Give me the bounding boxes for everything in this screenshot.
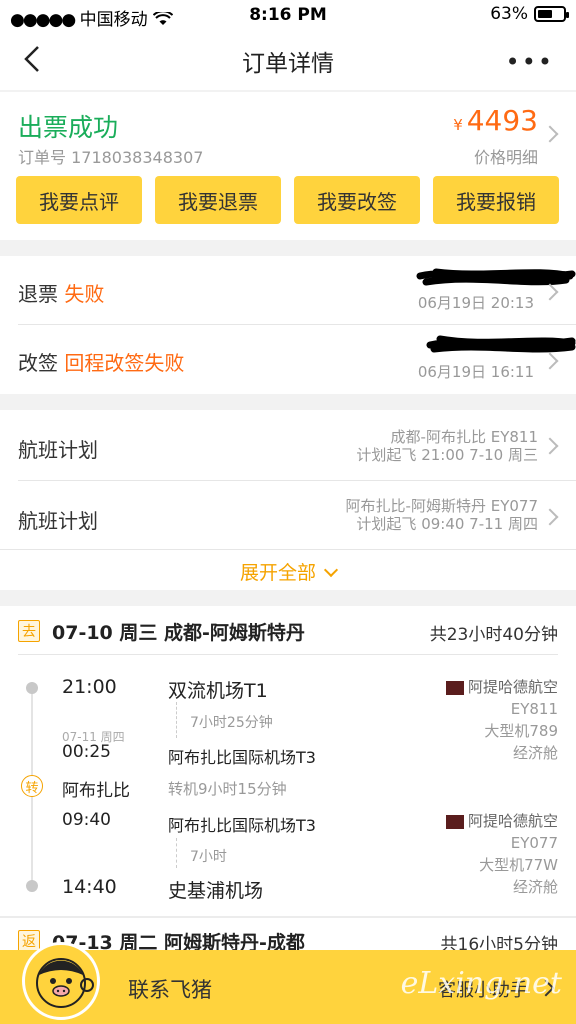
flight-number: EY811 xyxy=(510,700,558,718)
change-record-row[interactable]: 改签 回程改签失败 06月19日 16:11 xyxy=(0,325,576,394)
records-card: 退票 失败 06月19日 20:13 改签 回程改签失败 06月19日 16:1… xyxy=(0,256,576,394)
flight-plan-label: 航班计划 xyxy=(18,438,98,462)
refund-button[interactable]: 我要退票 xyxy=(155,176,281,224)
nav-bar: 订单详情 ••• xyxy=(0,30,576,90)
divider xyxy=(0,916,576,918)
flight-plan-row[interactable]: 航班计划 阿布扎比-阿姆斯特丹 EY077 计划起飞 09:40 7-11 周四 xyxy=(0,481,576,549)
ticket-status: 出票成功 xyxy=(18,113,119,142)
mascot-avatar xyxy=(22,942,100,1020)
change-label: 改签 xyxy=(18,351,58,375)
leg2-dep-airport: 阿布扎比国际机场T3 xyxy=(168,816,316,835)
chevron-down-icon xyxy=(323,562,339,578)
redaction-scribble xyxy=(426,335,576,353)
leg1-arr-time: 00:25 xyxy=(62,742,111,762)
pig-mascot-icon xyxy=(36,958,94,1008)
leg1-dep-airport: 双流机场T1 xyxy=(168,680,268,702)
cabin-class: 经济舱 xyxy=(512,878,558,896)
flight-route: 阿布扎比-阿姆斯特丹 EY077 xyxy=(345,497,538,515)
flight-plan-info: 成都-阿布扎比 EY811 计划起飞 21:00 7-10 周三 xyxy=(356,428,538,464)
refund-label: 退票 xyxy=(18,282,58,306)
expand-all-button[interactable]: 展开全部 xyxy=(0,550,576,590)
aircraft-type: 大型机789 xyxy=(484,722,558,740)
departure-dot xyxy=(26,682,38,694)
change-button[interactable]: 我要改签 xyxy=(294,176,420,224)
itinerary-card: 去 07-10 周三 成都-阿姆斯特丹 共23小时40分钟 转 21:00 双流… xyxy=(0,606,576,955)
leg2-arr-time: 14:40 xyxy=(62,876,117,898)
leg-dash xyxy=(176,838,177,868)
transfer-tag: 转 xyxy=(21,775,43,797)
cabin-class: 经济舱 xyxy=(512,744,558,762)
return-tag: 返 xyxy=(18,930,40,952)
arrival-dot xyxy=(26,880,38,892)
order-summary-card: 出票成功 订单号 1718038348307 ¥4493 价格明细 我要点评 我… xyxy=(0,92,576,240)
price-detail-link[interactable]: 价格明细 xyxy=(474,144,538,168)
airline-logo xyxy=(445,680,464,695)
leg2-airline-info: 阿提哈德航空 EY077 大型机77W 经济舱 xyxy=(445,810,558,898)
change-time: 06月19日 16:11 xyxy=(417,363,534,381)
airline-logo xyxy=(445,814,464,829)
outbound-tag: 去 xyxy=(18,620,40,642)
battery-group: 63% xyxy=(490,4,569,24)
flight-plan-row[interactable]: 航班计划 成都-阿布扎比 EY811 计划起飞 21:00 7-10 周三 xyxy=(0,410,576,480)
leg1-dep-time: 21:00 xyxy=(62,676,117,698)
flight-route: 成都-阿布扎比 EY811 xyxy=(390,428,538,446)
bottom-bar: 联系飞猪 客服小助手 eLxing.net xyxy=(0,942,576,1024)
battery-percent: 63% xyxy=(490,4,528,24)
battery-icon xyxy=(534,6,569,22)
page-title: 订单详情 xyxy=(242,51,334,77)
leg2-dep-time: 09:40 xyxy=(62,810,111,830)
flight-number: EY077 xyxy=(510,834,558,852)
price-value: 4493 xyxy=(466,104,538,137)
leg1-airline-info: 阿提哈德航空 EY811 大型机789 经济舱 xyxy=(445,676,558,764)
refund-time: 06月19日 20:13 xyxy=(417,294,534,312)
chevron-right-icon xyxy=(541,125,559,143)
expand-all-label: 展开全部 xyxy=(239,562,316,584)
change-record-label: 改签 回程改签失败 xyxy=(18,347,184,376)
review-button[interactable]: 我要点评 xyxy=(16,176,142,224)
leg1-duration: 7小时25分钟 xyxy=(190,715,273,731)
transfer-city: 阿布扎比 xyxy=(62,781,130,801)
expand-all: 展开全部 xyxy=(0,558,576,585)
outbound-title: 07-10 周三 成都-阿姆斯特丹 xyxy=(52,622,305,644)
refund-record-label: 退票 失败 xyxy=(18,278,104,307)
flight-departure: 计划起飞 21:00 7-10 周三 xyxy=(356,446,538,464)
aircraft-type: 大型机77W xyxy=(479,856,558,874)
total-price[interactable]: ¥4493 xyxy=(453,104,538,137)
leg1-arr-airport: 阿布扎比国际机场T3 xyxy=(168,748,316,767)
chevron-right-icon xyxy=(541,508,559,526)
flight-departure: 计划起飞 09:40 7-11 周四 xyxy=(356,515,538,533)
leg2-arr-airport: 史基浦机场 xyxy=(168,880,264,902)
contact-feizhu-button[interactable]: 联系飞猪 xyxy=(128,974,212,1004)
airline-name: 阿提哈德航空 xyxy=(467,812,558,830)
currency-symbol: ¥ xyxy=(453,116,463,134)
flight-plans-card: 航班计划 成都-阿布扎比 EY811 计划起飞 21:00 7-10 周三 航班… xyxy=(0,410,576,590)
flight-plan-info: 阿布扎比-阿姆斯特丹 EY077 计划起飞 09:40 7-11 周四 xyxy=(346,497,538,533)
leg-dash xyxy=(176,702,177,738)
reimburse-button[interactable]: 我要报销 xyxy=(433,176,559,224)
refund-record-row[interactable]: 退票 失败 06月19日 20:13 xyxy=(0,256,576,324)
refund-status: 失败 xyxy=(64,282,105,306)
order-number: 订单号 1718038348307 xyxy=(18,148,204,167)
status-bar: ●●●●● 中国移动 8:16 PM 63% xyxy=(0,0,576,30)
airline-name: 阿提哈德航空 xyxy=(467,678,558,696)
divider xyxy=(18,654,558,655)
change-status: 回程改签失败 xyxy=(64,351,185,375)
chevron-right-icon xyxy=(541,437,559,455)
transfer-info: 转机9小时15分钟 xyxy=(168,780,287,798)
outbound-total-duration: 共23小时40分钟 xyxy=(429,625,558,645)
flight-plan-label: 航班计划 xyxy=(18,509,98,533)
more-icon[interactable]: ••• xyxy=(506,48,554,76)
watermark: eLxing.net xyxy=(400,966,562,1001)
leg2-duration: 7小时 xyxy=(190,849,227,865)
